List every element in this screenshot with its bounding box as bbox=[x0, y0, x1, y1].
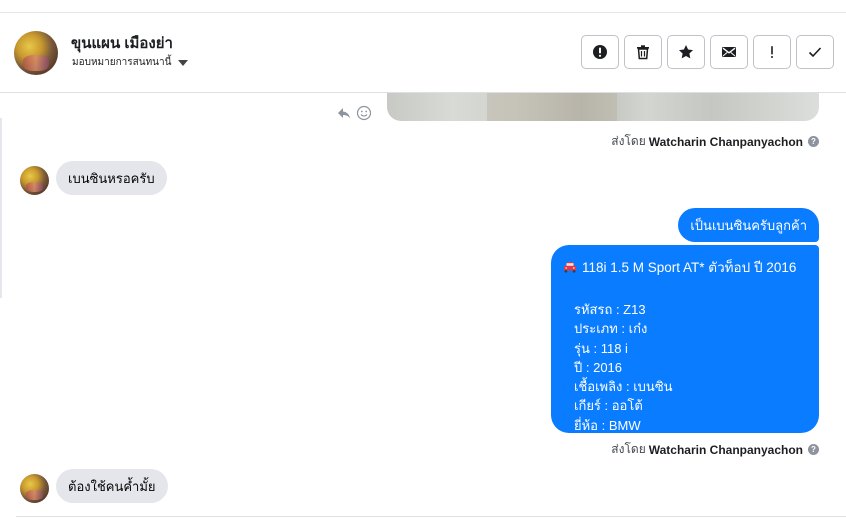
image-attachment[interactable] bbox=[387, 93, 819, 121]
message-actions bbox=[336, 105, 372, 121]
spec-line: ปี : 2016 bbox=[574, 359, 623, 375]
assign-label: มอบหมายการสนทนานี้ bbox=[72, 57, 172, 68]
car-icon bbox=[564, 262, 576, 273]
left-scroll-edge bbox=[0, 118, 2, 298]
delete-button[interactable] bbox=[624, 35, 662, 69]
emoji-react-icon[interactable] bbox=[356, 105, 372, 121]
sent-by-line: ส่งโดย Watcharin Chanpanyachon ? bbox=[611, 440, 819, 459]
sent-by-prefix: ส่งโดย bbox=[611, 442, 646, 456]
caret-down-icon bbox=[178, 59, 189, 66]
contact-name[interactable]: ขุนแผน เมืองย่า bbox=[71, 31, 173, 55]
check-icon bbox=[808, 47, 822, 58]
outgoing-message-bubble: เป็นเบนซินครับลูกค้า bbox=[678, 208, 819, 242]
report-spam-button[interactable] bbox=[581, 35, 619, 69]
exclamation-icon bbox=[771, 46, 773, 58]
spec-line: เชื้อเพลิง : เบนซิน bbox=[574, 379, 673, 395]
spec-line: รุ่น : 118 i bbox=[574, 340, 628, 356]
contact-avatar bbox=[20, 166, 49, 195]
contact-avatar bbox=[20, 474, 49, 503]
envelope-icon bbox=[722, 47, 736, 57]
action-toolbar bbox=[581, 35, 834, 69]
info-icon[interactable]: ? bbox=[808, 136, 819, 147]
sent-by-prefix: ส่งโดย bbox=[611, 134, 646, 148]
composer-divider bbox=[16, 516, 846, 517]
alert-circle-icon bbox=[593, 45, 607, 59]
follow-up-button[interactable] bbox=[753, 35, 791, 69]
star-button[interactable] bbox=[667, 35, 705, 69]
car-details-message-bubble: 118i 1.5 M Sport AT* ตัวท็อป ปี 2016 รหั… bbox=[551, 245, 819, 433]
assign-conversation-dropdown[interactable]: มอบหมายการสนทนานี้ bbox=[72, 55, 189, 70]
trash-icon bbox=[637, 45, 649, 60]
spec-line: ยี่ห้อ : BMW bbox=[574, 417, 641, 433]
car-spec-list: รหัสรถ : Z13 ประเภท : เก๋ง รุ่น : 118 i … bbox=[563, 300, 807, 435]
contact-avatar[interactable] bbox=[14, 31, 58, 75]
spec-line: ประเภท : เก๋ง bbox=[574, 321, 648, 337]
mark-unread-button[interactable] bbox=[710, 35, 748, 69]
info-icon[interactable]: ? bbox=[808, 444, 819, 455]
car-title: 118i 1.5 M Sport AT* ตัวท็อป ปี 2016 bbox=[582, 260, 797, 275]
star-icon bbox=[679, 45, 693, 59]
sender-name: Watcharin Chanpanyachon bbox=[648, 134, 803, 149]
conversation-header: ขุนแผน เมืองย่า มอบหมายการสนทนานี้ bbox=[0, 13, 846, 93]
mark-done-button[interactable] bbox=[796, 35, 834, 69]
incoming-message-bubble: ต้องใช้คนค้ำมั้ย bbox=[56, 469, 168, 503]
sent-by-line: ส่งโดย Watcharin Chanpanyachon ? bbox=[611, 132, 819, 151]
reply-icon[interactable] bbox=[336, 105, 352, 121]
spec-line: เกียร์ : ออโต้ bbox=[574, 398, 643, 414]
incoming-message-bubble: เบนซินหรอครับ bbox=[56, 161, 167, 195]
spec-line: รหัสรถ : Z13 bbox=[574, 302, 646, 317]
sender-name: Watcharin Chanpanyachon bbox=[648, 442, 803, 457]
